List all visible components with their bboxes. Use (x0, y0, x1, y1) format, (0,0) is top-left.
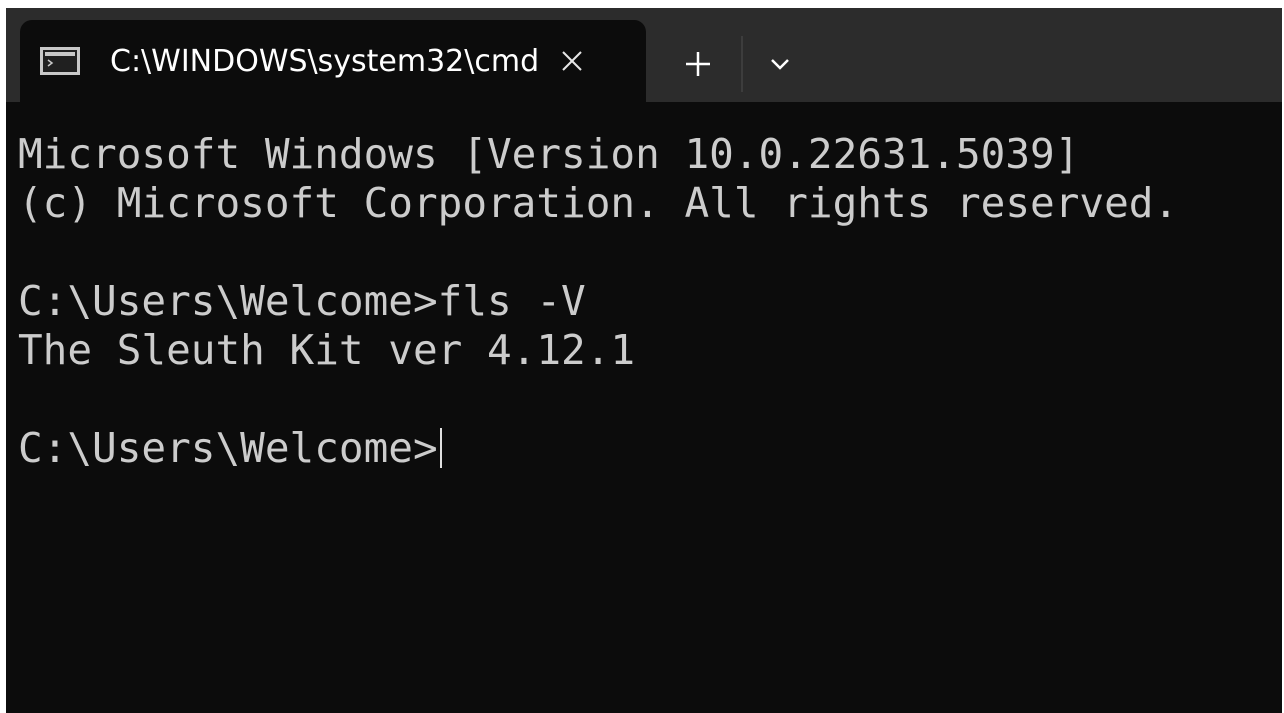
terminal-window: C:\WINDOWS\system32\cmd. Microsoft Windo… (6, 8, 1282, 713)
profile-dropdown-button[interactable] (754, 38, 806, 90)
new-tab-button[interactable] (672, 38, 724, 90)
terminal-output[interactable]: Microsoft Windows [Version 10.0.22631.50… (6, 102, 1282, 713)
title-bar: C:\WINDOWS\system32\cmd. (6, 8, 1282, 102)
plus-icon (686, 52, 710, 76)
tab-cmd[interactable]: C:\WINDOWS\system32\cmd. (20, 20, 646, 102)
titlebar-divider (741, 36, 743, 92)
tab-title: C:\WINDOWS\system32\cmd. (110, 43, 540, 79)
close-icon (562, 51, 582, 71)
prompt-text: C:\Users\Welcome> (18, 424, 438, 472)
close-tab-button[interactable] (548, 37, 596, 85)
command-prompt-icon (40, 47, 80, 75)
text-cursor (439, 428, 442, 468)
terminal-line: Microsoft Windows [Version 10.0.22631.50… (18, 130, 1080, 178)
terminal-line: (c) Microsoft Corporation. All rights re… (18, 179, 1179, 227)
chevron-down-icon (771, 59, 789, 70)
terminal-line: The Sleuth Kit ver 4.12.1 (18, 326, 636, 374)
terminal-line: C:\Users\Welcome>fls -V (18, 277, 586, 325)
prompt-line[interactable]: C:\Users\Welcome> (18, 424, 1282, 473)
